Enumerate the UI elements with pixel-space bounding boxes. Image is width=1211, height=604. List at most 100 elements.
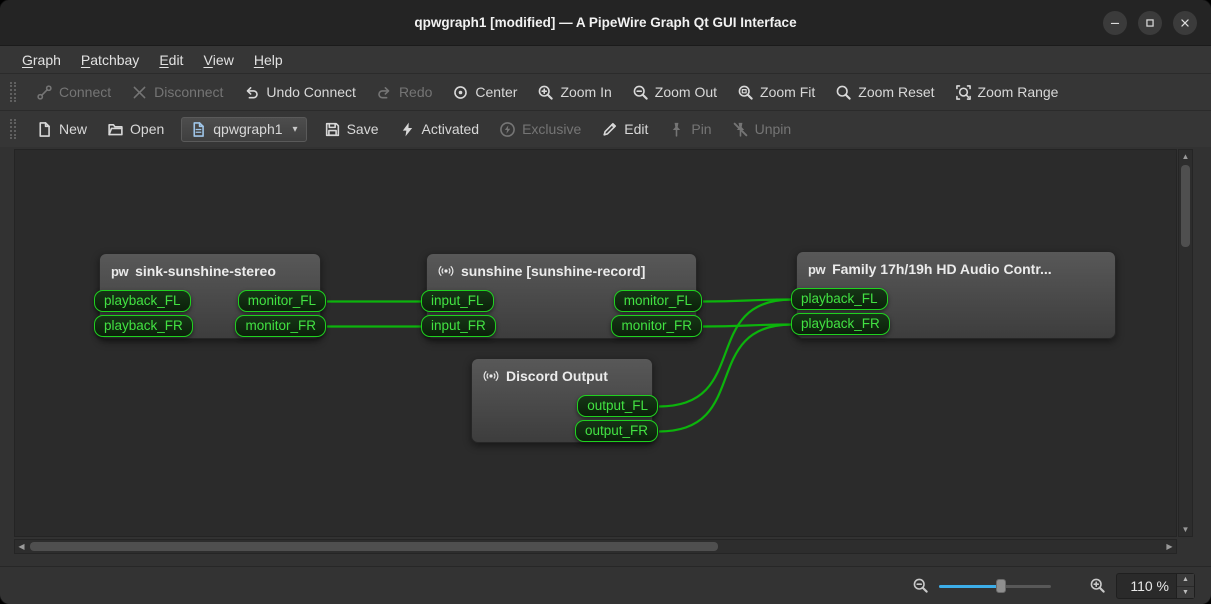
- spin-up-button[interactable]: ▲: [1177, 574, 1194, 586]
- menu-help[interactable]: Help: [244, 46, 293, 73]
- menu-edit[interactable]: Edit: [149, 46, 193, 73]
- port-row: output_FL: [472, 393, 652, 418]
- connection-discord.output_FR-to-family.playback_FR[interactable]: [659, 325, 792, 432]
- tool-zoom-fit[interactable]: Zoom Fit: [728, 79, 824, 106]
- scroll-right-arrow[interactable]: ▶: [1163, 540, 1176, 553]
- connection-sunshine.monitor_FR-to-family.playback_FR[interactable]: [703, 325, 792, 327]
- port-sunshine-monitor_FL[interactable]: monitor_FL: [614, 290, 702, 312]
- zoom-out-icon: [632, 84, 649, 101]
- port-sink-monitor_FL[interactable]: monitor_FL: [238, 290, 326, 312]
- redo-icon: [376, 84, 393, 101]
- vertical-scroll-thumb[interactable]: [1181, 165, 1190, 247]
- node-header: pwFamily 17h/19h HD Audio Contr...: [797, 252, 1115, 286]
- exclusive-icon: [499, 121, 516, 138]
- zoom-spinbox[interactable]: 110 % ▲ ▼: [1116, 573, 1195, 599]
- maximize-button[interactable]: [1138, 11, 1162, 35]
- node-discord[interactable]: Discord Outputoutput_FLoutput_FR: [471, 358, 653, 443]
- connect-icon: [36, 84, 53, 101]
- tool-zoom-in[interactable]: Zoom In: [528, 79, 620, 106]
- zoom-slider[interactable]: [939, 577, 1051, 595]
- zoom-in-icon: [537, 84, 554, 101]
- zoom-slider-fill: [939, 585, 1001, 588]
- save-icon: [324, 121, 341, 138]
- port-row: playback_FRmonitor_FR: [100, 313, 320, 338]
- tool-undo-connect[interactable]: Undo Connect: [234, 79, 365, 106]
- port-family-playback_FR[interactable]: playback_FR: [791, 313, 890, 335]
- window-title: qpwgraph1 [modified] — A PipeWire Graph …: [414, 15, 796, 30]
- node-sunshine[interactable]: sunshine [sunshine-record]input_FLmonito…: [426, 253, 697, 339]
- port-sink-monitor_FR[interactable]: monitor_FR: [235, 315, 326, 337]
- tool-zoom-reset[interactable]: Zoom Reset: [826, 79, 943, 106]
- tool-qpwgraph1[interactable]: qpwgraph1▾: [181, 117, 306, 142]
- canvas-zone: pwsink-sunshine-stereoplayback_FLmonitor…: [0, 147, 1211, 566]
- tool-label: Activated: [422, 121, 480, 137]
- vertical-scrollbar[interactable]: ▲ ▼: [1178, 149, 1193, 537]
- scroll-down-arrow[interactable]: ▼: [1179, 523, 1192, 536]
- tool-activated[interactable]: Activated: [390, 116, 489, 143]
- scroll-up-arrow[interactable]: ▲: [1179, 150, 1192, 163]
- node-family[interactable]: pwFamily 17h/19h HD Audio Contr...playba…: [796, 251, 1116, 339]
- spin-down-button[interactable]: ▼: [1177, 586, 1194, 598]
- open-icon: [107, 121, 124, 138]
- tool-new[interactable]: New: [27, 116, 96, 143]
- port-sink-playback_FL[interactable]: playback_FL: [94, 290, 191, 312]
- tool-label: Open: [130, 121, 164, 137]
- tool-label: Zoom Reset: [858, 84, 934, 100]
- tool-connect[interactable]: Connect: [27, 79, 120, 106]
- zoom-value: 110 %: [1125, 578, 1169, 594]
- menu-graph[interactable]: Graph: [12, 46, 71, 73]
- port-discord-output_FL[interactable]: output_FL: [577, 395, 658, 417]
- tool-zoom-range[interactable]: Zoom Range: [946, 79, 1068, 106]
- horizontal-scroll-thumb[interactable]: [30, 542, 718, 551]
- port-sink-playback_FR[interactable]: playback_FR: [94, 315, 193, 337]
- tool-open[interactable]: Open: [98, 116, 173, 143]
- toolbar-handle[interactable]: [10, 119, 16, 139]
- tool-unpin[interactable]: Unpin: [723, 116, 801, 143]
- dropdown-caret-icon: ▾: [293, 124, 298, 135]
- tool-zoom-out[interactable]: Zoom Out: [623, 79, 726, 106]
- port-row: output_FR: [472, 418, 652, 443]
- node-header: pw sink-sunshine-stereo: [100, 254, 320, 288]
- zoom-slider-handle[interactable]: [996, 579, 1006, 593]
- tool-center[interactable]: Center: [443, 79, 526, 106]
- tool-save[interactable]: Save: [315, 116, 388, 143]
- port-discord-output_FR[interactable]: output_FR: [575, 420, 658, 442]
- undo-icon: [243, 84, 260, 101]
- tool-label: Save: [347, 121, 379, 137]
- window-controls: [1103, 0, 1197, 45]
- graph-canvas[interactable]: pwsink-sunshine-stereoplayback_FLmonitor…: [14, 149, 1177, 537]
- connection-sunshine.monitor_FL-to-family.playback_FL[interactable]: [703, 300, 792, 302]
- new-icon: [36, 121, 53, 138]
- menu-view[interactable]: View: [193, 46, 243, 73]
- port-row: input_FRmonitor_FR: [427, 313, 696, 338]
- port-sunshine-input_FR[interactable]: input_FR: [421, 315, 496, 337]
- tool-redo[interactable]: Redo: [367, 79, 441, 106]
- tool-pin[interactable]: Pin: [659, 116, 720, 143]
- statusbar: 110 % ▲ ▼: [0, 566, 1211, 604]
- port-row: playback_FL: [797, 286, 1115, 311]
- node-title: sink-sunshine-stereo: [135, 263, 276, 279]
- minimize-button[interactable]: [1103, 11, 1127, 35]
- tool-exclusive[interactable]: Exclusive: [490, 116, 590, 143]
- port-family-playback_FL[interactable]: playback_FL: [791, 288, 888, 310]
- port-sunshine-input_FL[interactable]: input_FL: [421, 290, 494, 312]
- disconnect-icon: [131, 84, 148, 101]
- titlebar[interactable]: qpwgraph1 [modified] — A PipeWire Graph …: [0, 0, 1211, 46]
- close-button[interactable]: [1173, 11, 1197, 35]
- tool-edit[interactable]: Edit: [592, 116, 657, 143]
- port-sunshine-monitor_FR[interactable]: monitor_FR: [611, 315, 702, 337]
- pipewire-icon: pw: [808, 262, 825, 277]
- record-icon: [483, 368, 499, 384]
- horizontal-scrollbar[interactable]: ◀ ▶: [14, 539, 1177, 554]
- zoom-out-icon: [912, 577, 929, 594]
- tool-label: Zoom Range: [978, 84, 1059, 100]
- pipewire-icon: pw: [111, 264, 128, 279]
- menu-patchbay[interactable]: Patchbay: [71, 46, 149, 73]
- toolbar-handle[interactable]: [10, 82, 16, 102]
- zoom-reset-icon: [835, 84, 852, 101]
- tool-disconnect[interactable]: Disconnect: [122, 79, 232, 106]
- node-sink[interactable]: pwsink-sunshine-stereoplayback_FLmonitor…: [99, 253, 321, 339]
- scroll-left-arrow[interactable]: ◀: [15, 540, 28, 553]
- port-row: playback_FR: [797, 311, 1115, 336]
- tool-label: Undo Connect: [266, 84, 356, 100]
